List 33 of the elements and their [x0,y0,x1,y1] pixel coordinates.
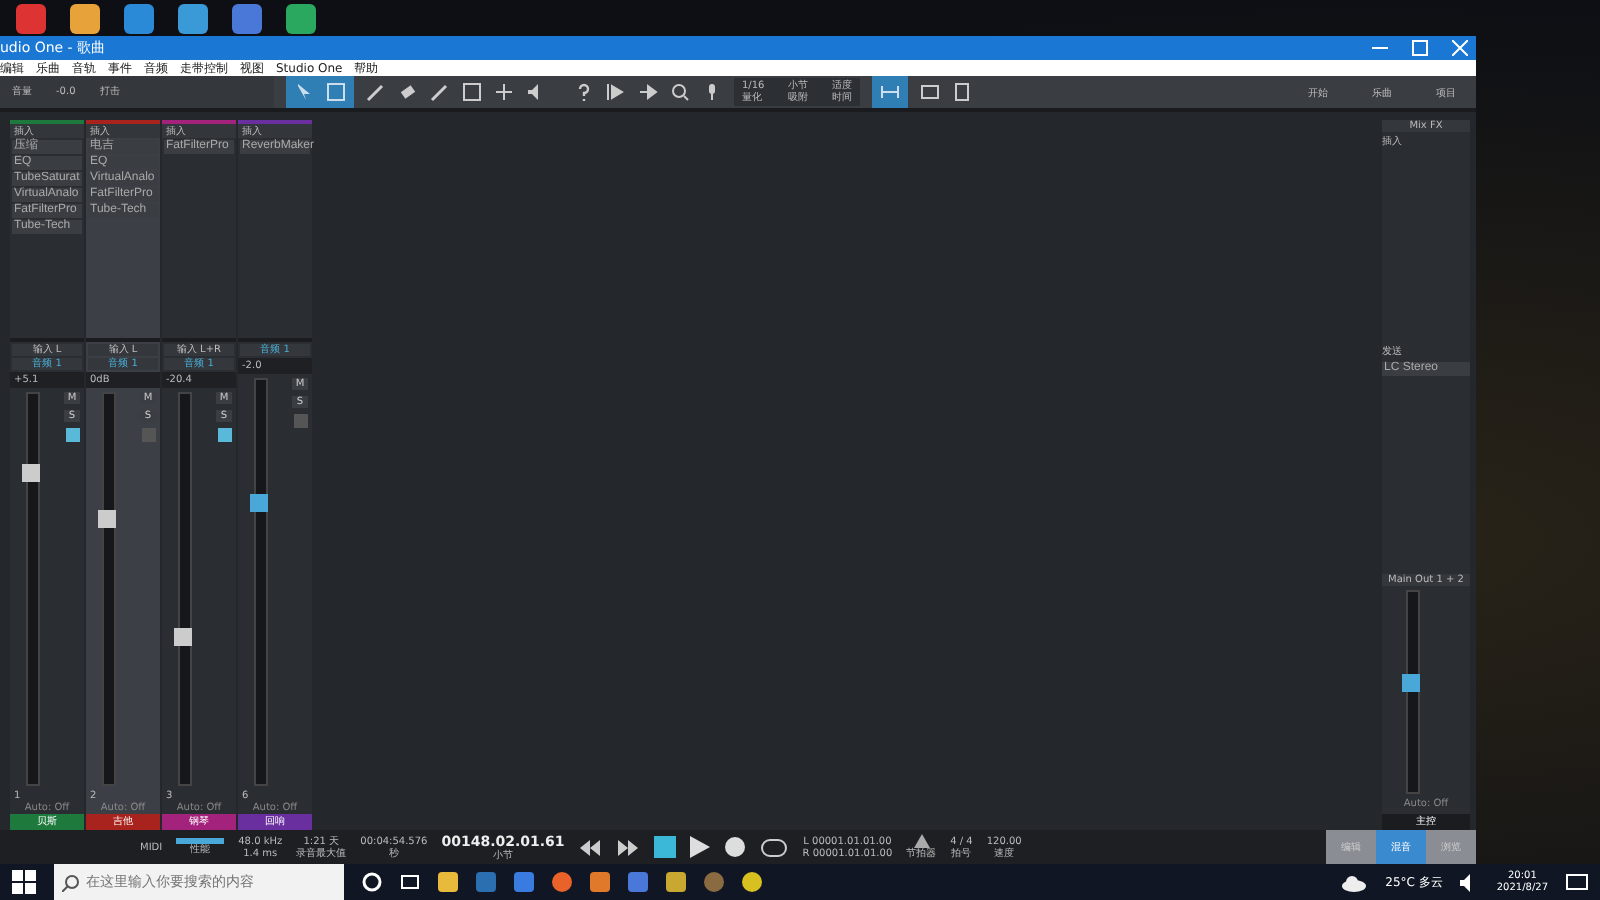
forward-icon[interactable] [616,837,641,857]
fader-handle[interactable] [98,510,116,529]
stop-icon[interactable] [654,836,677,858]
fader-handle[interactable] [1402,674,1420,692]
monitor-button[interactable] [217,428,231,442]
app-icon[interactable] [232,4,262,34]
fader-handle[interactable] [174,627,192,646]
cloud-icon [1339,873,1368,891]
notification-icon[interactable] [1566,873,1588,891]
app-icon[interactable] [286,4,316,34]
app-icon[interactable] [16,4,46,34]
fader-handle[interactable] [22,464,40,482]
skip-icon[interactable] [606,82,626,102]
play-icon[interactable] [690,836,711,858]
step-icon[interactable] [638,82,658,102]
fader-handle[interactable] [250,493,268,512]
maximize-icon[interactable] [1412,40,1428,56]
close-icon[interactable] [1452,40,1468,56]
task-view-icon[interactable] [400,872,420,892]
search-icon [62,874,80,892]
rewind-icon[interactable] [578,837,603,857]
loop-icon[interactable] [760,837,789,857]
app-icon[interactable] [178,4,208,34]
performance-meter [176,838,225,844]
monitor-button[interactable] [65,428,79,442]
pointer-icon[interactable] [294,82,314,102]
zoom-icon[interactable] [670,82,690,102]
windows-start-icon[interactable] [12,870,36,894]
help-icon[interactable] [574,82,594,102]
record-icon[interactable] [724,836,747,858]
app-icon[interactable] [124,4,154,34]
pencil-icon[interactable] [366,82,386,102]
app-icon[interactable] [70,4,100,34]
